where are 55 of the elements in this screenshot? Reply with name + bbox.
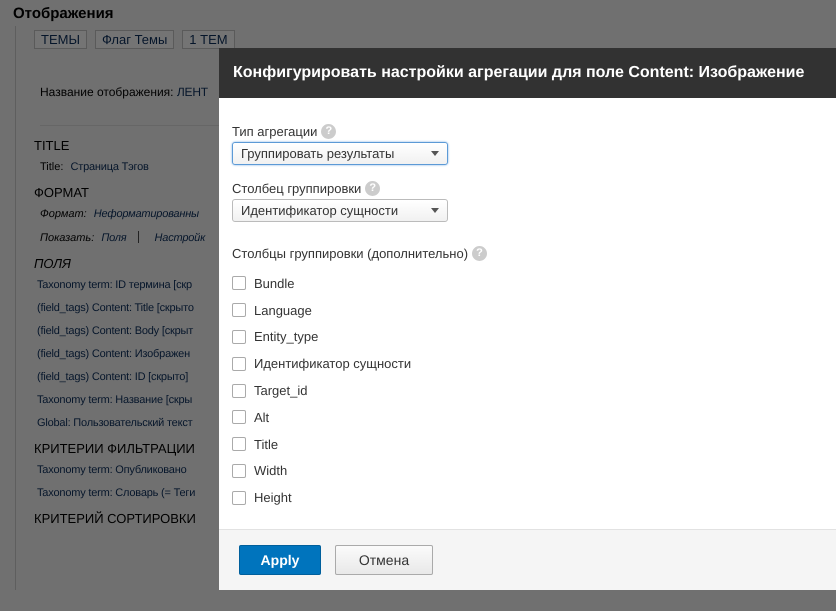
checkbox-label: Bundle [254, 276, 294, 291]
apply-button[interactable]: Apply [239, 545, 321, 575]
checkbox-label: Height [254, 490, 292, 506]
checkbox[interactable] [232, 490, 246, 505]
checkbox[interactable] [232, 276, 246, 290]
row-link[interactable]: Настройк [154, 232, 206, 244]
row-link[interactable]: Taxonomy term: ID термина [скр [37, 279, 192, 291]
row-link[interactable]: Неформатированны [94, 208, 199, 220]
cancel-button[interactable]: Отмена [335, 545, 433, 575]
section-heading: TITLE [34, 138, 70, 153]
checkbox-label: Alt [254, 410, 270, 425]
checkbox[interactable] [232, 464, 246, 478]
row-link[interactable]: Taxonomy term: Словарь (= Теги [37, 487, 196, 499]
row-link[interactable]: Страница Тэгов [70, 161, 149, 173]
select-field[interactable]: Идентификатор сущности [232, 199, 448, 222]
row-link[interactable]: Global: Пользовательский текст [37, 417, 192, 429]
row-link[interactable]: Taxonomy term: Название [скры [37, 394, 192, 406]
field-label: Тип агрегации [232, 124, 318, 138]
checkbox-label: Width [254, 463, 288, 478]
checkbox[interactable] [232, 384, 246, 398]
field-label: Столбец группировки [232, 180, 362, 196]
page-title: Отображения [13, 5, 115, 22]
caret-icon [431, 151, 439, 156]
display-tab[interactable]: Флаг Темы [94, 30, 174, 49]
group-label: Столбцы группировки (дополнительно) [232, 246, 468, 260]
row-label: Показать: [40, 232, 94, 244]
section-heading: КРИТЕРИЙ СОРТИРОВКИ [34, 511, 197, 526]
section-heading: ФОРМАТ [34, 185, 90, 200]
row-label: Title: [40, 161, 64, 173]
checkbox-label: Entity_type [254, 329, 318, 344]
checkbox[interactable] [232, 303, 246, 318]
display-tab[interactable]: 1 ТЕМ [182, 30, 235, 49]
dialog-title: Конфигурировать настройки агрегации для поле Content: Изображение [219, 48, 836, 98]
row-label: Формат: [40, 208, 87, 220]
checkbox[interactable] [232, 410, 246, 424]
row-link[interactable]: (field_tags) Content: Title [скрыто [37, 302, 194, 314]
row-link[interactable]: (field_tags) Content: ID [скрыто] [37, 371, 188, 383]
checkbox-label: Идентификатор сущности [254, 356, 412, 372]
row-link[interactable]: (field_tags) Content: Body [скрыт [37, 325, 194, 337]
checkbox[interactable] [232, 437, 246, 452]
row-link[interactable]: Taxonomy term: Опубликовано [37, 464, 186, 476]
display-name-label: Название отображения: [40, 85, 174, 99]
checkbox[interactable] [232, 330, 246, 344]
section-heading: КРИТЕРИИ ФИЛЬТРАЦИИ [34, 441, 196, 456]
section-heading: ПОЛЯ [34, 256, 72, 271]
row-link[interactable]: (field_tags) Content: Изображен [37, 348, 190, 360]
checkbox-label: Title [254, 436, 278, 452]
checkbox-label: Target_id [254, 383, 308, 398]
display-tab[interactable]: ТЕМЫ [34, 30, 87, 49]
checkbox-label: Language [254, 302, 312, 318]
checkbox[interactable] [232, 356, 246, 371]
caret-icon [431, 208, 439, 213]
display-name-link[interactable]: ЛЕНТ [176, 85, 208, 99]
select-field[interactable]: Группировать результаты [232, 142, 448, 165]
row-link[interactable]: Поля [101, 232, 126, 244]
